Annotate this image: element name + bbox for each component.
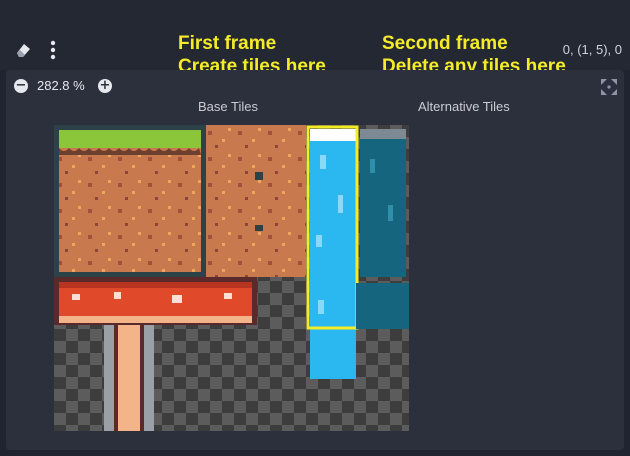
tile-waterfall-second-frame[interactable] bbox=[356, 129, 409, 329]
tile-waterfall-first-frame[interactable] bbox=[310, 129, 356, 379]
alternative-tiles-label: Alternative Tiles bbox=[418, 99, 510, 114]
zoom-level: 282.8 % bbox=[37, 78, 85, 93]
tile-coords: 0, (1, 5), 0 bbox=[562, 42, 622, 57]
zoom-out-icon[interactable]: − bbox=[14, 79, 28, 93]
tile-dirt-block[interactable] bbox=[206, 125, 306, 277]
tile-mushroom-stem[interactable] bbox=[104, 325, 154, 431]
tile-grass-block[interactable] bbox=[54, 125, 206, 277]
tile-mushroom-platform[interactable] bbox=[54, 277, 257, 325]
kebab-menu-icon[interactable] bbox=[46, 40, 60, 60]
eraser-icon[interactable] bbox=[13, 40, 33, 60]
center-view-icon[interactable] bbox=[600, 78, 618, 96]
zoom-in-icon[interactable]: + bbox=[98, 79, 112, 93]
tile-atlas[interactable] bbox=[54, 125, 409, 431]
base-tiles-label: Base Tiles bbox=[198, 99, 258, 114]
first-frame-title: First frame bbox=[178, 33, 277, 54]
second-frame-title: Second frame bbox=[382, 33, 508, 54]
